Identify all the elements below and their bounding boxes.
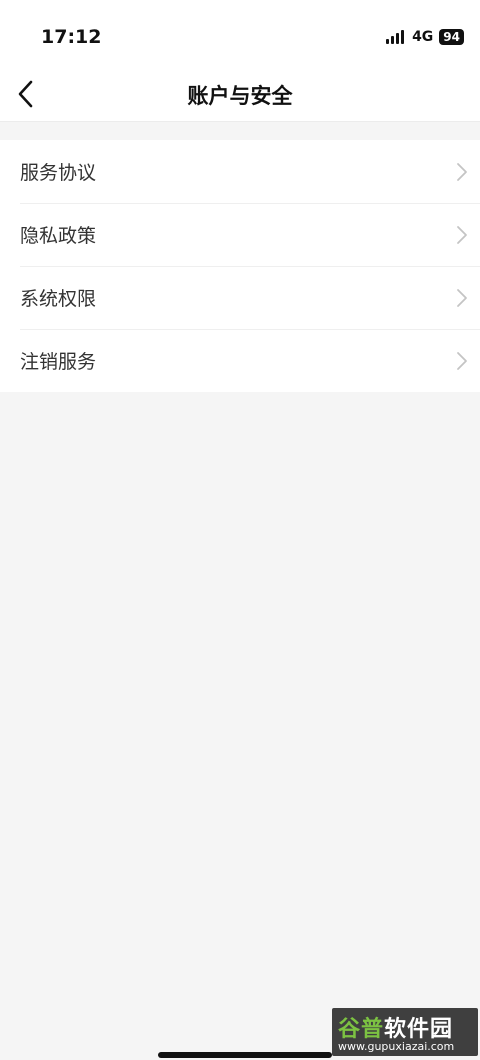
account-security-screen: 17:12 4G 94 账户与安全 服务协议 隐私政策 系统权限 注销服务 谷普… bbox=[0, 0, 480, 1060]
list-item-cancel-service[interactable]: 注销服务 bbox=[0, 329, 480, 392]
list-item-label: 隐私政策 bbox=[20, 225, 97, 247]
watermark-logo-green: 谷普 bbox=[338, 1017, 385, 1042]
list-item-privacy-policy[interactable]: 隐私政策 bbox=[0, 203, 480, 266]
list-item-service-agreement[interactable]: 服务协议 bbox=[0, 140, 480, 203]
home-indicator[interactable] bbox=[158, 1052, 332, 1058]
list-item-label: 服务协议 bbox=[20, 162, 97, 184]
watermark-url: www.gupuxiazai.com bbox=[338, 1040, 455, 1053]
page-title: 账户与安全 bbox=[187, 84, 293, 108]
chevron-right-icon bbox=[454, 162, 470, 182]
watermark-logo: 谷普软件园 bbox=[338, 1011, 453, 1043]
watermark-logo-white: 软件园 bbox=[384, 1017, 454, 1042]
status-time: 17:12 bbox=[41, 26, 102, 48]
status-indicators: 4G 94 bbox=[386, 28, 464, 46]
battery-icon: 94 bbox=[439, 29, 464, 45]
list-item-label: 系统权限 bbox=[20, 288, 97, 310]
settings-list: 服务协议 隐私政策 系统权限 注销服务 bbox=[0, 140, 480, 392]
chevron-right-icon bbox=[454, 288, 470, 308]
status-bar: 17:12 4G 94 bbox=[0, 0, 480, 70]
navigation-bar: 账户与安全 bbox=[0, 70, 480, 122]
list-item-system-permissions[interactable]: 系统权限 bbox=[0, 266, 480, 329]
watermark: 谷普软件园 www.gupuxiazai.com bbox=[332, 1008, 478, 1056]
chevron-right-icon bbox=[454, 351, 470, 371]
list-item-label: 注销服务 bbox=[20, 351, 97, 373]
chevron-right-icon bbox=[454, 225, 470, 245]
network-type: 4G bbox=[412, 29, 434, 45]
signal-bars-icon bbox=[386, 30, 406, 44]
